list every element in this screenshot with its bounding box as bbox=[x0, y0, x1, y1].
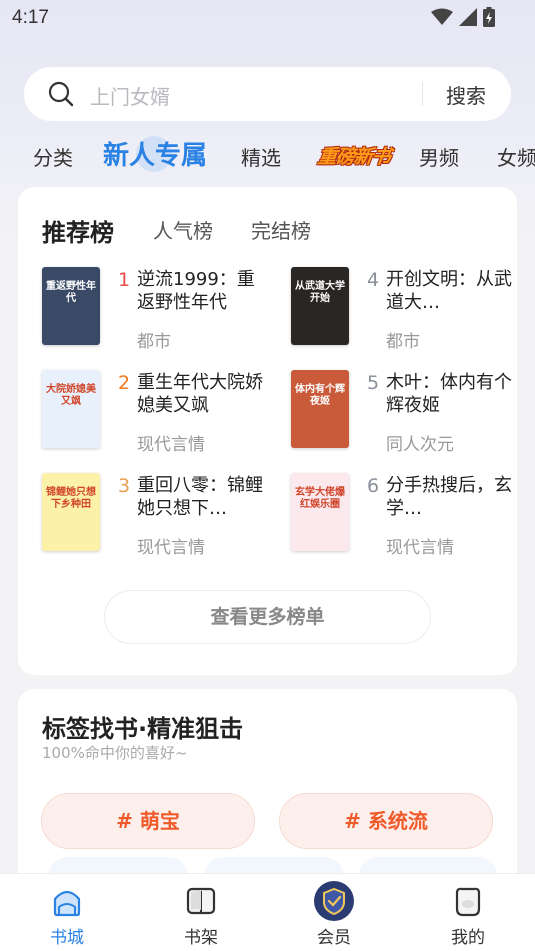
nav-vip[interactable]: 会员 bbox=[284, 874, 384, 951]
book-cover[interactable]: 体内有个辉夜姬 bbox=[291, 370, 349, 448]
nav-bookshelf[interactable]: 书架 bbox=[151, 874, 251, 951]
nav-vip-label: 会员 bbox=[317, 928, 351, 948]
tab-popular-rank[interactable]: 人气榜 bbox=[153, 215, 213, 244]
battery-icon bbox=[483, 7, 495, 27]
rank-number: 1 bbox=[118, 269, 131, 291]
rank-number: 6 bbox=[367, 475, 380, 497]
book-cover[interactable]: 锦鲤她只想下乡种田 bbox=[42, 473, 100, 551]
book-genre: 都市 bbox=[137, 332, 171, 352]
book-cover[interactable]: 从武道大学开始 bbox=[291, 267, 349, 345]
book-cover-text: 体内有个辉夜姬 bbox=[295, 384, 345, 407]
search-bar[interactable]: 上门女婿 搜索 bbox=[24, 67, 511, 121]
book-genre: 现代言情 bbox=[137, 435, 205, 455]
tab-male[interactable]: 男频 bbox=[419, 142, 459, 171]
profile-icon bbox=[455, 887, 481, 917]
book-cover-text: 玄学大佬爆红娱乐圈 bbox=[295, 487, 345, 510]
book-cover[interactable]: 玄学大佬爆红娱乐圈 bbox=[291, 473, 349, 551]
book-genre: 都市 bbox=[386, 332, 420, 352]
tab-featured[interactable]: 精选 bbox=[241, 142, 281, 171]
nav-store-label: 书城 bbox=[50, 928, 84, 948]
status-time: 4:17 bbox=[12, 7, 49, 28]
tag-section-subtitle: 100%命中你的喜好~ bbox=[42, 744, 188, 762]
book-genre: 同人次元 bbox=[386, 435, 454, 455]
book-title[interactable]: 重回八零：锦鲤她只想下… bbox=[137, 474, 265, 520]
book-genre: 现代言情 bbox=[386, 538, 454, 558]
book-title[interactable]: 逆流1999：重返野性年代 bbox=[137, 268, 265, 314]
book-genre: 现代言情 bbox=[137, 538, 205, 558]
ranking-card: 推荐榜 人气榜 完结榜 重返野性年代 1 逆流1999：重返野性年代都市大院娇媳美又… bbox=[18, 187, 517, 675]
tab-female[interactable]: 女频 bbox=[497, 142, 535, 171]
book-cover-text: 从武道大学开始 bbox=[295, 281, 345, 304]
nav-profile-label: 我的 bbox=[451, 928, 485, 948]
ranking-book-item[interactable]: 大院娇媳美又飒 2 重生年代大院娇媳美又飒现代言情 bbox=[42, 370, 282, 455]
tag-pill-system[interactable]: # 系统流 bbox=[279, 793, 493, 849]
bottom-nav: 书城 书架 会员 我的 bbox=[0, 873, 535, 951]
tab-category[interactable]: 分类 bbox=[33, 142, 73, 171]
rank-number: 4 bbox=[367, 269, 380, 291]
book-title[interactable]: 开创文明：从武道大… bbox=[386, 268, 514, 314]
ranking-book-item[interactable]: 从武道大学开始 4 开创文明：从武道大… 都市 bbox=[291, 267, 531, 352]
rank-number: 3 bbox=[118, 475, 131, 497]
bookshelf-icon bbox=[186, 887, 216, 915]
nav-bookshelf-label: 书架 bbox=[184, 928, 218, 948]
ranking-book-item[interactable]: 玄学大佬爆红娱乐圈 6 分手热搜后，玄学… 现代言情 bbox=[291, 473, 531, 558]
tag-section-card: 标签找书·精准狙击 100%命中你的喜好~ # 萌宝 # 系统流 bbox=[18, 689, 517, 897]
store-icon bbox=[53, 890, 81, 917]
tab-newcomer[interactable]: 新人专属 bbox=[103, 135, 207, 172]
tab-completed-rank[interactable]: 完结榜 bbox=[251, 215, 311, 244]
nav-store[interactable]: 书城 bbox=[17, 874, 117, 951]
status-icons bbox=[431, 7, 495, 27]
wifi-icon bbox=[431, 8, 453, 25]
nav-profile[interactable]: 我的 bbox=[418, 874, 518, 951]
book-cover[interactable]: 大院娇媳美又飒 bbox=[42, 370, 100, 448]
tab-new-books[interactable]: 重磅新书 bbox=[316, 142, 392, 169]
tag-pill-cute-baby[interactable]: # 萌宝 bbox=[41, 793, 255, 849]
tab-recommend-rank[interactable]: 推荐榜 bbox=[42, 213, 114, 248]
book-cover-text: 大院娇媳美又飒 bbox=[46, 384, 96, 407]
signal-icon bbox=[459, 8, 477, 26]
rank-number: 2 bbox=[118, 372, 131, 394]
vip-shield-icon bbox=[314, 881, 354, 921]
book-cover[interactable]: 重返野性年代 bbox=[42, 267, 100, 345]
book-title[interactable]: 木叶：体内有个辉夜姬 bbox=[386, 371, 514, 417]
status-bar: 4:17 bbox=[0, 0, 535, 36]
category-tabs: 分类 新人专属 精选 重磅新书 男频 女频 bbox=[0, 130, 535, 180]
search-icon bbox=[48, 81, 74, 107]
search-button[interactable]: 搜索 bbox=[446, 80, 486, 109]
book-cover-text: 锦鲤她只想下乡种田 bbox=[46, 487, 96, 510]
ranking-book-item[interactable]: 体内有个辉夜姬 5 木叶：体内有个辉夜姬同人次元 bbox=[291, 370, 531, 455]
book-title[interactable]: 重生年代大院娇媳美又飒 bbox=[137, 371, 265, 417]
book-title[interactable]: 分手热搜后，玄学… bbox=[386, 474, 514, 520]
search-input[interactable]: 上门女婿 bbox=[90, 81, 170, 110]
ranking-book-item[interactable]: 锦鲤她只想下乡种田 3 重回八零：锦鲤她只想下… 现代言情 bbox=[42, 473, 282, 558]
ranking-book-item[interactable]: 重返野性年代 1 逆流1999：重返野性年代都市 bbox=[42, 267, 282, 352]
more-rankings-button[interactable]: 查看更多榜单 bbox=[104, 590, 431, 644]
rank-number: 5 bbox=[367, 372, 380, 394]
book-cover-text: 重返野性年代 bbox=[46, 281, 96, 304]
tag-section-title: 标签找书·精准狙击 bbox=[42, 715, 244, 743]
search-divider bbox=[422, 82, 423, 106]
